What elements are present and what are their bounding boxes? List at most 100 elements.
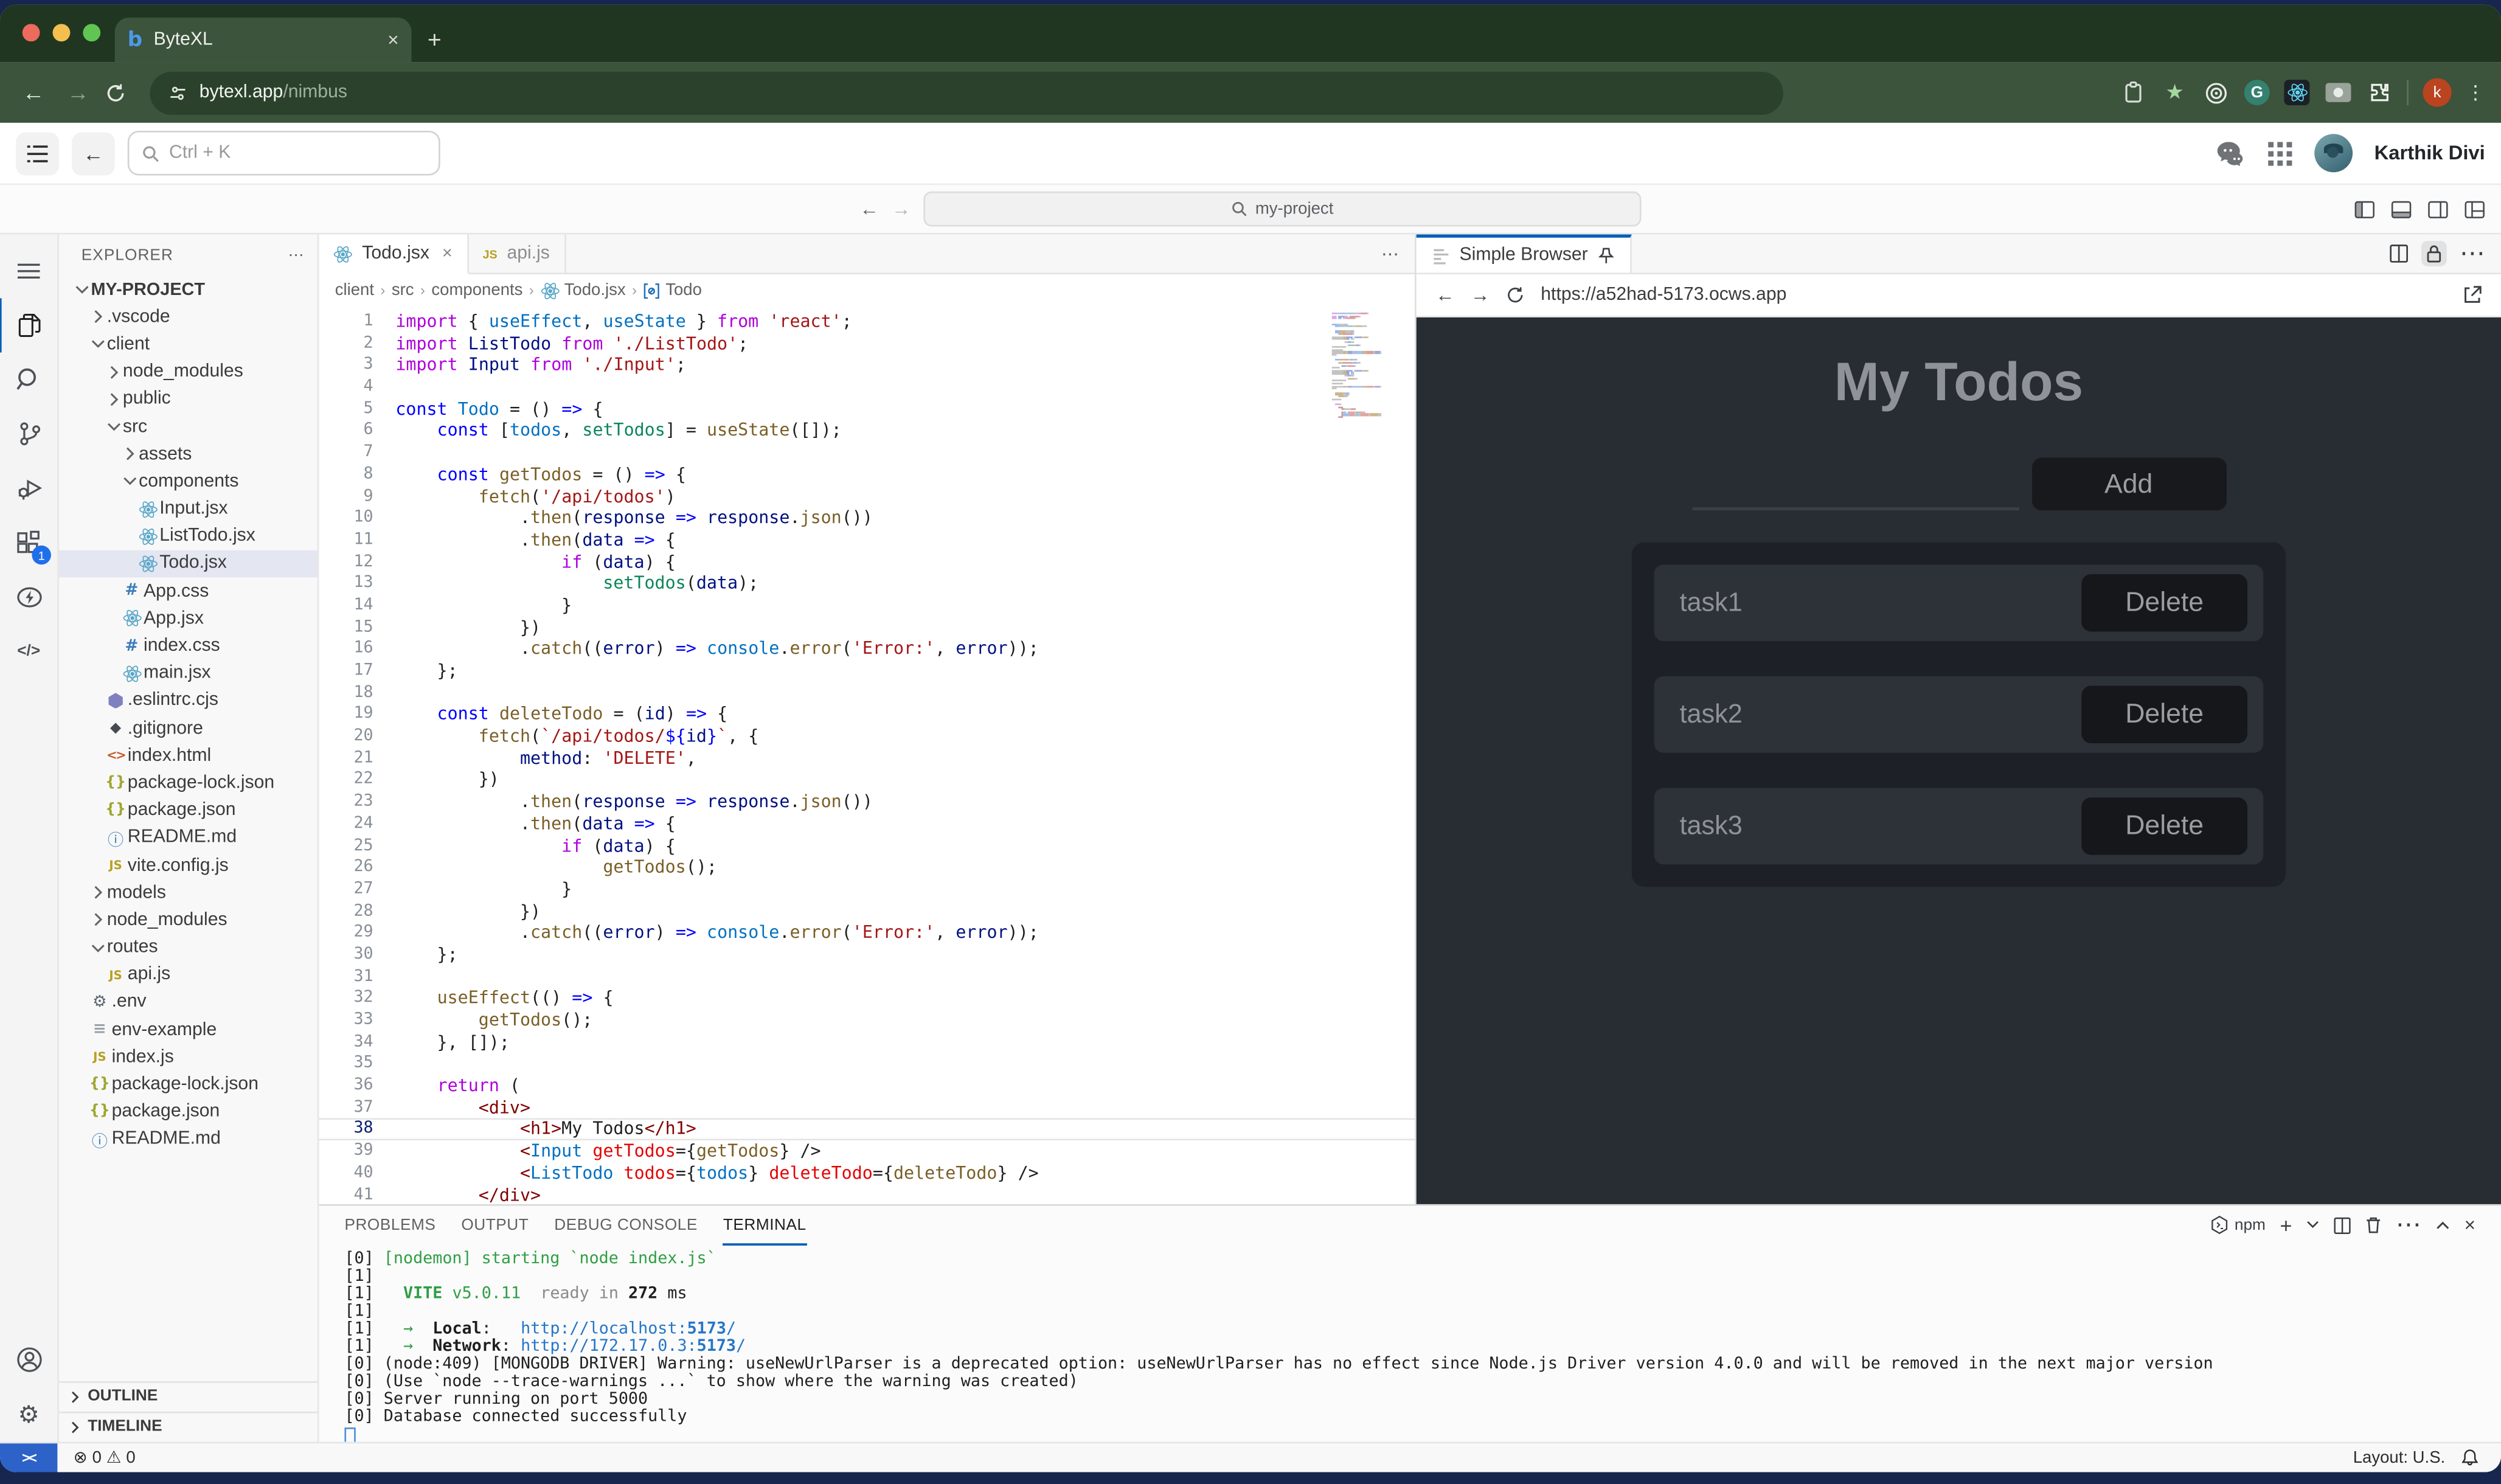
timeline-section[interactable]: TIMELINE (59, 1411, 317, 1441)
chrome-menu-icon[interactable]: ⋮ (2466, 81, 2485, 104)
user-avatar[interactable] (2314, 134, 2352, 172)
activitybar-menu-icon[interactable] (0, 244, 57, 298)
account-icon[interactable] (0, 1333, 57, 1387)
add-todo-button[interactable]: Add (2031, 458, 2226, 511)
delete-todo-button[interactable]: Delete (2081, 797, 2247, 855)
toggle-secondary-sidebar-icon[interactable] (2427, 198, 2448, 219)
tree-item-Input.jsx[interactable]: Input.jsx (59, 495, 317, 522)
breadcrumb-Todo.jsx[interactable]: Todo.jsx (540, 281, 625, 300)
panel-tab-debug-console[interactable]: DEBUG CONSOLE (554, 1205, 698, 1245)
problems-status[interactable]: ⊗ 0 ⚠ 0 (74, 1448, 136, 1466)
run-debug-icon[interactable] (0, 461, 57, 515)
minimize-window-button[interactable] (53, 24, 71, 41)
workspace-search-pill[interactable]: my-project (923, 192, 1641, 227)
notifications-bell-icon[interactable] (2461, 1448, 2478, 1466)
tree-item-public[interactable]: public (59, 386, 317, 413)
tree-item-App.jsx[interactable]: App.jsx (59, 605, 317, 633)
chrome-profile-avatar[interactable]: k (2423, 78, 2452, 107)
tree-item-.gitignore[interactable]: ◆.gitignore (59, 715, 317, 742)
extension-grammarly-icon[interactable]: G (2244, 80, 2270, 105)
editor-tab-api.js[interactable]: JSapi.js (468, 235, 566, 273)
tree-item-vite.config.js[interactable]: JSvite.config.js (59, 851, 317, 879)
tree-item-App.css[interactable]: #App.css (59, 577, 317, 605)
breadcrumb-Todo[interactable]: Todo (643, 281, 702, 300)
tab-close-icon[interactable]: × (387, 29, 398, 51)
live-preview-icon[interactable]: </> (0, 623, 57, 678)
tree-item-package.json[interactable]: {}package.json (59, 797, 317, 824)
sb-forward-icon[interactable]: → (1471, 284, 1490, 307)
source-control-icon[interactable] (0, 407, 57, 461)
close-panel-icon[interactable]: × (2465, 1214, 2475, 1236)
simple-browser-tab[interactable]: Simple Browser (1417, 235, 1631, 273)
address-bar[interactable]: bytexl.app/nimbus (150, 71, 1783, 114)
power-tools-icon[interactable] (0, 569, 57, 623)
code-editor[interactable]: 1import { useEffect, useState } from 're… (319, 307, 1415, 1204)
settings-gear-icon[interactable]: ⚙ (0, 1387, 57, 1441)
new-terminal-icon[interactable]: + (2280, 1213, 2292, 1236)
tree-item-index.css[interactable]: #index.css (59, 633, 317, 660)
tree-item-.vscode[interactable]: .vscode (59, 303, 317, 331)
tree-item-index.js[interactable]: JSindex.js (59, 1044, 317, 1071)
tree-item-package.json[interactable]: {}package.json (59, 1098, 317, 1126)
app-back-button[interactable]: ← (72, 131, 115, 175)
tree-item-README.md[interactable]: ⓘREADME.md (59, 824, 317, 851)
browser-forward-button[interactable]: → (61, 80, 96, 105)
outline-section[interactable]: OUTLINE (59, 1381, 317, 1411)
extensions-puzzle-icon[interactable] (2365, 79, 2393, 106)
terminal-output[interactable]: [0] [nodemon] starting `node index.js`[1… (319, 1245, 2501, 1441)
close-window-button[interactable] (23, 24, 40, 41)
simple-browser-more-icon[interactable]: ⋯ (2460, 238, 2485, 269)
maximize-window-button[interactable] (83, 24, 100, 41)
extensions-icon[interactable]: 1 (0, 515, 57, 569)
breadcrumb-client[interactable]: client (335, 281, 374, 300)
tree-item-routes[interactable]: routes (59, 934, 317, 961)
delete-todo-button[interactable]: Delete (2081, 574, 2247, 631)
explorer-more-actions-icon[interactable]: ⋯ (288, 246, 305, 264)
terminal-process[interactable]: npm (2211, 1215, 2266, 1234)
customize-layout-icon[interactable] (2465, 198, 2485, 219)
tree-item-main.jsx[interactable]: main.jsx (59, 660, 317, 687)
tree-item-node_modules[interactable]: node_modules (59, 906, 317, 934)
tree-item-.env[interactable]: ⚙.env (59, 989, 317, 1016)
minimap[interactable] (1332, 313, 1406, 419)
kill-terminal-icon[interactable] (2365, 1215, 2381, 1234)
lock-icon[interactable] (2421, 241, 2447, 266)
app-menu-button[interactable] (16, 131, 59, 175)
open-external-icon[interactable] (2463, 285, 2482, 304)
toggle-sidebar-icon[interactable] (2354, 198, 2375, 219)
browser-reload-button[interactable] (105, 82, 140, 103)
remote-indicator[interactable]: >< (0, 1443, 57, 1471)
tree-item-assets[interactable]: assets (59, 440, 317, 468)
tree-item-src[interactable]: src (59, 413, 317, 440)
editor-tab-Todo.jsx[interactable]: Todo.jsx× (319, 235, 468, 275)
todo-text-input[interactable] (1691, 459, 2019, 510)
tree-item-env-example[interactable]: ≡env-example (59, 1016, 317, 1044)
split-terminal-icon[interactable] (2334, 1216, 2351, 1234)
tree-item-index.html[interactable]: <>index.html (59, 742, 317, 769)
panel-tab-problems[interactable]: PROBLEMS (344, 1205, 435, 1245)
workbench-back-icon[interactable]: ← (860, 198, 879, 220)
tree-item-.eslintrc.cjs[interactable]: .eslintrc.cjs (59, 687, 317, 715)
new-tab-button[interactable]: + (428, 27, 442, 55)
site-settings-icon[interactable] (169, 84, 187, 102)
search-view-icon[interactable] (0, 353, 57, 407)
delete-todo-button[interactable]: Delete (2081, 686, 2247, 743)
extension-react-devtools-icon[interactable] (2284, 80, 2309, 105)
sb-url[interactable]: https://a52had-5173.ocws.app (1541, 285, 1786, 304)
tree-item-MY-PROJECT[interactable]: MY-PROJECT (59, 276, 317, 303)
split-editor-icon[interactable] (2389, 244, 2408, 263)
tree-item-README.md[interactable]: ⓘREADME.md (59, 1126, 317, 1153)
tree-item-client[interactable]: client (59, 331, 317, 358)
panel-more-icon[interactable]: ⋯ (2396, 1209, 2421, 1241)
terminal-dropdown-icon[interactable] (2306, 1220, 2319, 1230)
sb-back-icon[interactable]: ← (1435, 284, 1454, 307)
explorer-icon[interactable] (0, 298, 59, 352)
panel-tab-terminal[interactable]: TERMINAL (723, 1205, 806, 1245)
clipboard-icon[interactable] (2120, 79, 2147, 106)
browser-back-button[interactable]: ← (16, 80, 51, 105)
breadcrumb[interactable]: client›src›components›Todo.jsx›Todo (319, 274, 1415, 306)
workbench-forward-icon[interactable]: → (892, 198, 911, 220)
bookmark-star-icon[interactable]: ★ (2161, 79, 2188, 106)
tree-item-components[interactable]: components (59, 468, 317, 495)
breadcrumb-src[interactable]: src (392, 281, 414, 300)
